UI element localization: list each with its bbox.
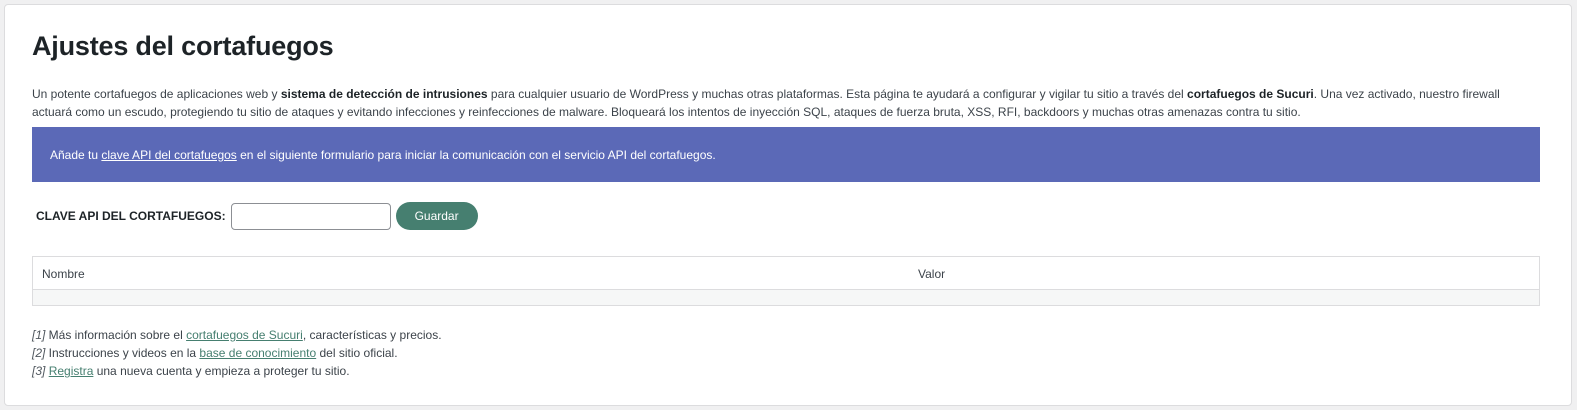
footnote-marker: [1] <box>32 328 46 342</box>
knowledge-base-link[interactable]: base de conocimiento <box>199 346 316 360</box>
footnote-item: [2] Instrucciones y videos en la base de… <box>32 344 442 362</box>
api-key-label: CLAVE API DEL CORTAFUEGOS: <box>36 209 226 223</box>
save-button[interactable]: Guardar <box>395 202 478 230</box>
column-header-value: Valor <box>918 267 946 281</box>
footnote-text: , características y precios. <box>302 328 442 342</box>
api-key-input[interactable] <box>230 202 391 230</box>
footnotes: [1] Más información sobre el cortafuegos… <box>32 326 442 380</box>
banner-prefix: Añade tu <box>50 148 102 162</box>
intro-text-1: Un potente cortafuegos de aplicaciones w… <box>32 87 281 101</box>
api-key-link[interactable]: clave API del cortafuegos <box>101 148 236 162</box>
footnote-item: [3] Registra una nueva cuenta y empieza … <box>32 362 442 380</box>
api-key-form: CLAVE API DEL CORTAFUEGOS: Guardar <box>36 202 478 230</box>
footnote-text: una nueva cuenta y empieza a proteger tu… <box>93 364 350 378</box>
info-banner: Añade tu clave API del cortafuegos en el… <box>32 127 1540 182</box>
intro-paragraph: Un potente cortafuegos de aplicaciones w… <box>32 85 1532 121</box>
sucuri-firewall-link[interactable]: cortafuegos de Sucuri <box>186 328 303 342</box>
footnote-marker: [2] <box>32 346 46 360</box>
table-empty-row <box>33 290 1539 305</box>
footnote-text: Instrucciones y videos en la <box>45 346 200 360</box>
intro-bold-ids: sistema de detección de intrusiones <box>280 87 488 101</box>
column-header-name: Nombre <box>42 267 85 281</box>
footnote-item: [1] Más información sobre el cortafuegos… <box>32 326 442 344</box>
banner-suffix: en el siguiente formulario para iniciar … <box>236 148 716 162</box>
intro-bold-sucuri: cortafuegos de Sucuri <box>1187 87 1314 101</box>
register-link[interactable]: Registra <box>49 364 94 378</box>
footnote-text: Más información sobre el <box>45 328 187 342</box>
footnote-text: del sitio oficial. <box>316 346 398 360</box>
firewall-settings-card: Ajustes del cortafuegos Un potente corta… <box>4 4 1572 406</box>
footnote-marker: [3] <box>32 364 46 378</box>
page-title: Ajustes del cortafuegos <box>32 31 334 61</box>
intro-text-2: para cualquier usuario de WordPress y mu… <box>487 87 1188 101</box>
settings-table: Nombre Valor <box>32 256 1540 306</box>
table-header: Nombre Valor <box>33 257 1539 290</box>
